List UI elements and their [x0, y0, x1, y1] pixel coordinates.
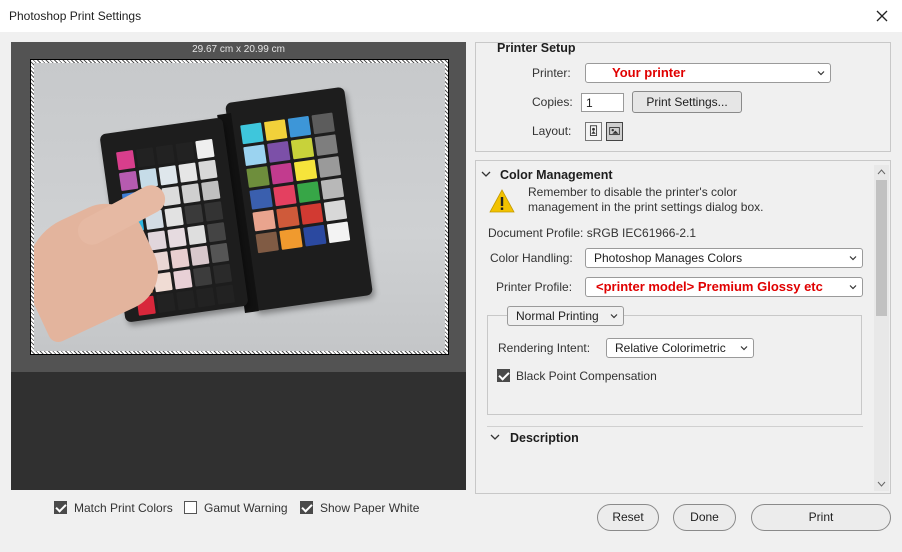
description-chevron-icon[interactable] [489, 431, 501, 443]
printer-value: Your printer [612, 65, 686, 80]
landscape-layout-icon[interactable] [606, 122, 623, 141]
color-handling-label: Color Handling: [490, 251, 573, 265]
color-handling-select[interactable]: Photoshop Manages Colors [585, 248, 863, 268]
warning-text-line1: Remember to disable the printer's color [528, 185, 738, 199]
rendering-intent-label: Rendering Intent: [498, 341, 591, 355]
title-bar: Photoshop Print Settings [0, 0, 902, 32]
printer-select[interactable]: Your printer [585, 63, 831, 83]
print-button[interactable]: Print [751, 504, 891, 531]
scroll-down-icon[interactable] [874, 477, 889, 491]
chevron-down-icon [740, 346, 748, 351]
printer-profile-select[interactable]: <printer model> Premium Glossy etc [585, 277, 863, 297]
chevron-down-icon [817, 71, 825, 76]
chevron-down-icon [849, 285, 857, 290]
print-mode-value: Normal Printing [516, 309, 599, 323]
gamut-warning-checkbox[interactable] [184, 501, 197, 514]
description-divider [487, 426, 863, 427]
reset-button[interactable]: Reset [597, 504, 659, 531]
window-title: Photoshop Print Settings [9, 9, 142, 23]
scroll-up-icon[interactable] [874, 165, 889, 179]
print-settings-button[interactable]: Print Settings... [632, 91, 742, 113]
preview-background [11, 372, 466, 490]
scrollbar-thumb[interactable] [876, 180, 887, 316]
print-mode-group [487, 315, 862, 415]
show-paper-white-checkbox[interactable] [300, 501, 313, 514]
printer-setup-heading: Printer Setup [497, 41, 576, 55]
warning-text-line2: management in the print settings dialog … [528, 200, 764, 214]
print-mode-select[interactable]: Normal Printing [507, 306, 624, 326]
copies-input[interactable]: 1 [581, 93, 624, 112]
document-profile-text: Document Profile: sRGB IEC61966-2.1 [488, 226, 697, 240]
printer-label: Printer: [532, 66, 571, 80]
black-point-compensation-checkbox[interactable] [497, 369, 510, 382]
gamut-warning-label: Gamut Warning [204, 501, 288, 515]
description-heading: Description [510, 431, 579, 445]
portrait-layout-icon[interactable] [585, 122, 602, 141]
copies-label: Copies: [532, 95, 573, 109]
layout-label: Layout: [532, 124, 572, 138]
printer-profile-value: <printer model> Premium Glossy etc [596, 279, 823, 294]
settings-scrollbar[interactable] [874, 165, 889, 491]
black-point-compensation-label: Black Point Compensation [516, 369, 657, 383]
chevron-down-icon [849, 256, 857, 261]
show-paper-white-label: Show Paper White [320, 501, 420, 515]
color-handling-value: Photoshop Manages Colors [594, 251, 743, 265]
warning-icon [489, 189, 515, 213]
rendering-intent-value: Relative Colorimetric [615, 341, 726, 355]
done-button[interactable]: Done [673, 504, 736, 531]
color-management-heading: Color Management [500, 168, 613, 182]
print-preview: 29.67 cm x 20.99 cm [11, 42, 466, 490]
paper-dimensions: 29.67 cm x 20.99 cm [192, 44, 285, 55]
match-print-colors-checkbox[interactable] [54, 501, 67, 514]
close-icon[interactable] [870, 4, 894, 28]
printer-profile-label: Printer Profile: [496, 280, 573, 294]
preview-image [34, 63, 445, 351]
collapse-chevron-icon[interactable] [480, 168, 492, 180]
paper-preview[interactable] [30, 59, 449, 355]
match-print-colors-label: Match Print Colors [74, 501, 173, 515]
chevron-down-icon [610, 314, 618, 319]
rendering-intent-select[interactable]: Relative Colorimetric [606, 338, 754, 358]
